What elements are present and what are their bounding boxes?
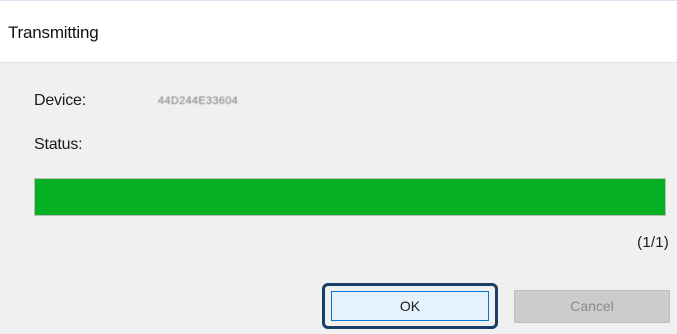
dialog-title: Transmitting <box>8 23 99 42</box>
device-value: 44D244E33604 <box>158 95 239 107</box>
ok-button[interactable]: OK <box>331 291 489 321</box>
progress-bar <box>34 178 666 216</box>
page-counter: (1/1) <box>637 234 669 251</box>
dialog-title-bar[interactable]: Transmitting <box>0 1 677 63</box>
dialog-body: Device: 44D244E33604 Status: (1/1) OK Ca… <box>0 63 677 334</box>
progress-bar-fill <box>35 179 665 215</box>
cancel-button[interactable]: Cancel <box>514 290 670 323</box>
device-label: Device: <box>34 92 86 109</box>
transmitting-dialog: Transmitting Device: 44D244E33604 Status… <box>0 0 677 334</box>
status-label: Status: <box>34 136 83 153</box>
